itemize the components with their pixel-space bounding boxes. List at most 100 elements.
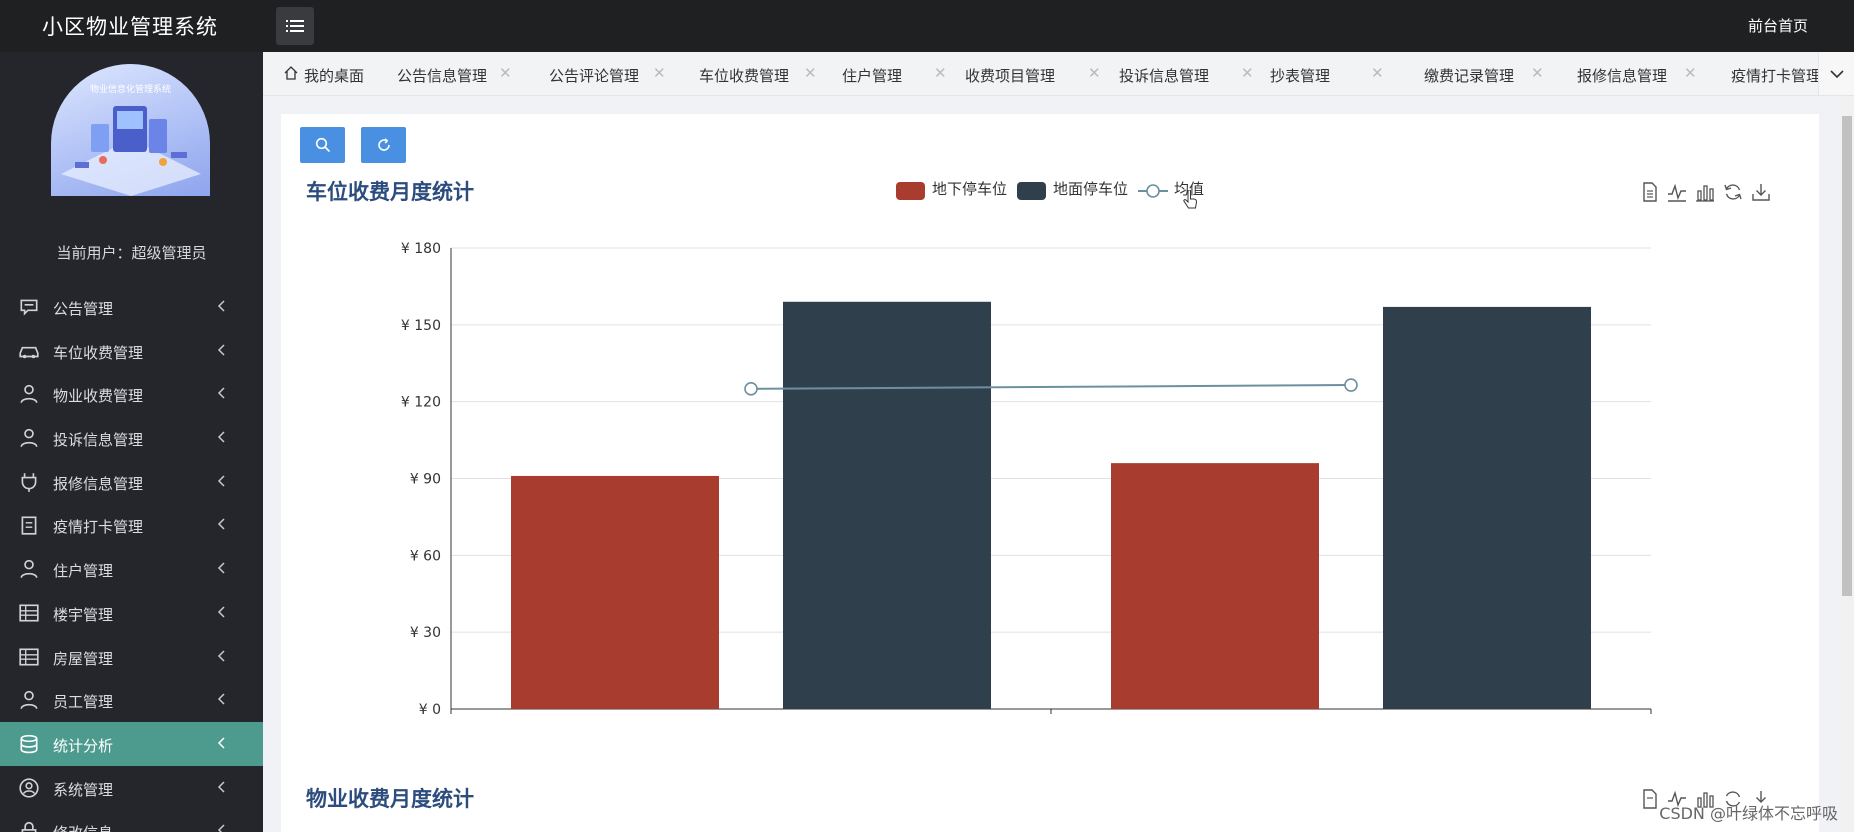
illustration-icon — [61, 106, 201, 196]
sidebar-item-3[interactable]: 物业收费管理 — [0, 372, 263, 416]
tab-label: 报修信息管理 — [1577, 67, 1668, 85]
average-point — [1344, 378, 1358, 392]
menu-toggle-button[interactable] — [276, 7, 314, 45]
sidebar-item-label: 房屋管理 — [53, 649, 114, 668]
sidebar-item-4[interactable]: 投诉信息管理 — [0, 416, 263, 460]
bar-underground-2022-04 — [511, 475, 719, 709]
tab-label: 收费项目管理 — [965, 67, 1056, 85]
sidebar-item-label: 疫情打卡管理 — [53, 518, 144, 537]
user-icon — [20, 428, 38, 448]
chevron-left-icon — [217, 475, 225, 487]
tab-4[interactable]: 车位收费管理 — [699, 65, 789, 86]
chevron-left-icon — [217, 824, 225, 832]
data-view-icon[interactable] — [1640, 789, 1660, 809]
sidebar-item-label: 系统管理 — [53, 780, 114, 799]
close-icon[interactable]: ✕ — [804, 64, 817, 82]
y-tick-label: ¥ 0 — [419, 702, 441, 714]
tab-label: 缴费记录管理 — [1424, 67, 1515, 85]
front-page-link[interactable]: 前台首页 — [1748, 15, 1808, 36]
chevron-left-icon — [217, 387, 225, 399]
sidebar: 物业信息化管理系统 当前用户：超级管理员 公告管理 车位收费管理 物业收费管理 投诉信… — [0, 52, 263, 832]
tab-9[interactable]: 缴费记录管理 — [1424, 65, 1514, 86]
sidebar-item-5[interactable]: 报修信息管理 — [0, 460, 263, 504]
close-icon[interactable]: ✕ — [499, 64, 512, 82]
grid-icon — [19, 647, 39, 666]
tab-2[interactable]: 公告信息管理 — [397, 65, 487, 86]
y-tick-label: ¥ 30 — [410, 625, 441, 641]
tab-3[interactable]: 公告评论管理 — [549, 65, 639, 86]
tab-label: 疫情打卡管理 — [1731, 67, 1822, 85]
y-tick-label: ¥ 150 — [401, 318, 441, 334]
tab-10[interactable]: 报修信息管理 — [1577, 65, 1667, 86]
tab-5[interactable]: 住户管理 — [842, 65, 902, 86]
sidebar-item-6[interactable]: 疫情打卡管理 — [0, 503, 263, 547]
page-scrollbar[interactable] — [1840, 96, 1854, 832]
bar-surface-2022-05 — [1383, 306, 1591, 709]
database-icon — [20, 734, 38, 754]
sidebar-item-12[interactable]: 系统管理 — [0, 766, 263, 810]
y-tick-label: ¥ 120 — [401, 395, 441, 411]
chevron-left-icon — [217, 606, 225, 618]
tab-11[interactable]: 疫情打卡管理 — [1731, 65, 1821, 86]
sidebar-item-label: 物业收费管理 — [53, 387, 144, 406]
tab-7[interactable]: 投诉信息管理 — [1119, 65, 1209, 86]
close-icon[interactable]: ✕ — [1531, 64, 1544, 82]
close-icon[interactable]: ✕ — [1241, 64, 1254, 82]
close-icon[interactable]: ✕ — [1684, 64, 1697, 82]
sidebar-item-label: 投诉信息管理 — [53, 431, 144, 450]
sidebar-item-11[interactable]: 统计分析 — [0, 721, 263, 766]
sidebar-item-label: 员工管理 — [53, 693, 114, 712]
user-icon — [20, 691, 38, 710]
lock-icon — [21, 822, 37, 832]
top-bar: 小区物业管理系统 前台首页 — [0, 0, 1854, 52]
chevron-left-icon — [217, 518, 225, 530]
scrollbar-thumb[interactable] — [1842, 116, 1852, 596]
y-tick-label: ¥ 90 — [410, 472, 441, 488]
tab-label: 抄表管理 — [1270, 67, 1331, 85]
sidebar-item-label: 住户管理 — [53, 562, 114, 581]
y-tick-label: ¥ 180 — [401, 241, 441, 257]
sidebar-item-13[interactable]: 修改信息 — [0, 809, 263, 832]
sidebar-item-label: 报修信息管理 — [53, 474, 144, 493]
sidebar-item-10[interactable]: 员工管理 — [0, 678, 263, 722]
chevron-left-icon — [217, 781, 225, 793]
tab-6[interactable]: 收费项目管理 — [965, 65, 1055, 86]
sidebar-item-9[interactable]: 房屋管理 — [0, 635, 263, 679]
document-icon — [21, 516, 37, 536]
avatar: 物业信息化管理系统 — [51, 64, 210, 196]
tab-label: 我的桌面 — [304, 67, 365, 85]
home-icon — [284, 66, 298, 80]
sidebar-item-1[interactable]: 公告管理 — [0, 285, 263, 329]
tab-bar: 疫情打卡管理 ✕ 报修信息管理 ✕ 缴费记录管理 ✕ 抄表管理 ✕ 投诉信息管理 ✕ 收费项目管理 ✕… — [263, 52, 1854, 96]
tab-1[interactable]: 我的桌面 — [304, 65, 364, 86]
announcement-icon — [20, 299, 38, 316]
list-icon — [286, 20, 304, 32]
sidebar-item-7[interactable]: 住户管理 — [0, 547, 263, 591]
car-icon — [19, 346, 39, 358]
tab-label: 住户管理 — [842, 67, 903, 85]
close-icon[interactable]: ✕ — [1371, 64, 1384, 82]
content-panel: 车位收费月度统计 地下停车位 地面停车位 均值 ¥ 0 ¥ 30 ¥ 60 ¥ 90 ¥… — [281, 114, 1819, 832]
app-title: 小区物业管理系统 — [42, 15, 218, 39]
sidebar-item-8[interactable]: 楼宇管理 — [0, 591, 263, 635]
tab-more-button[interactable] — [1818, 52, 1854, 95]
tab-8[interactable]: 抄表管理 — [1270, 65, 1330, 86]
close-icon[interactable]: ✕ — [1088, 64, 1101, 82]
sidebar-item-label: 统计分析 — [53, 736, 114, 755]
chevron-left-icon — [217, 562, 225, 574]
chevron-left-icon — [217, 300, 225, 312]
plug-icon — [21, 472, 37, 492]
sidebar-item-label: 公告管理 — [53, 300, 114, 318]
bar-underground-2022-05 — [1111, 463, 1319, 709]
y-tick-label: ¥ 60 — [410, 548, 441, 564]
chart-title-property: 物业收费月度统计 — [306, 787, 474, 811]
tab-label: 公告信息管理 — [397, 67, 488, 85]
watermark: CSDN @叶绿体不忘呼吸 — [1659, 804, 1838, 823]
chevron-left-icon — [217, 649, 225, 662]
chevron-left-icon — [217, 344, 225, 356]
chevron-left-icon — [217, 737, 225, 749]
close-icon[interactable]: ✕ — [934, 64, 947, 82]
sidebar-item-2[interactable]: 车位收费管理 — [0, 329, 263, 373]
tab-label: 公告评论管理 — [549, 67, 640, 85]
close-icon[interactable]: ✕ — [653, 64, 666, 82]
